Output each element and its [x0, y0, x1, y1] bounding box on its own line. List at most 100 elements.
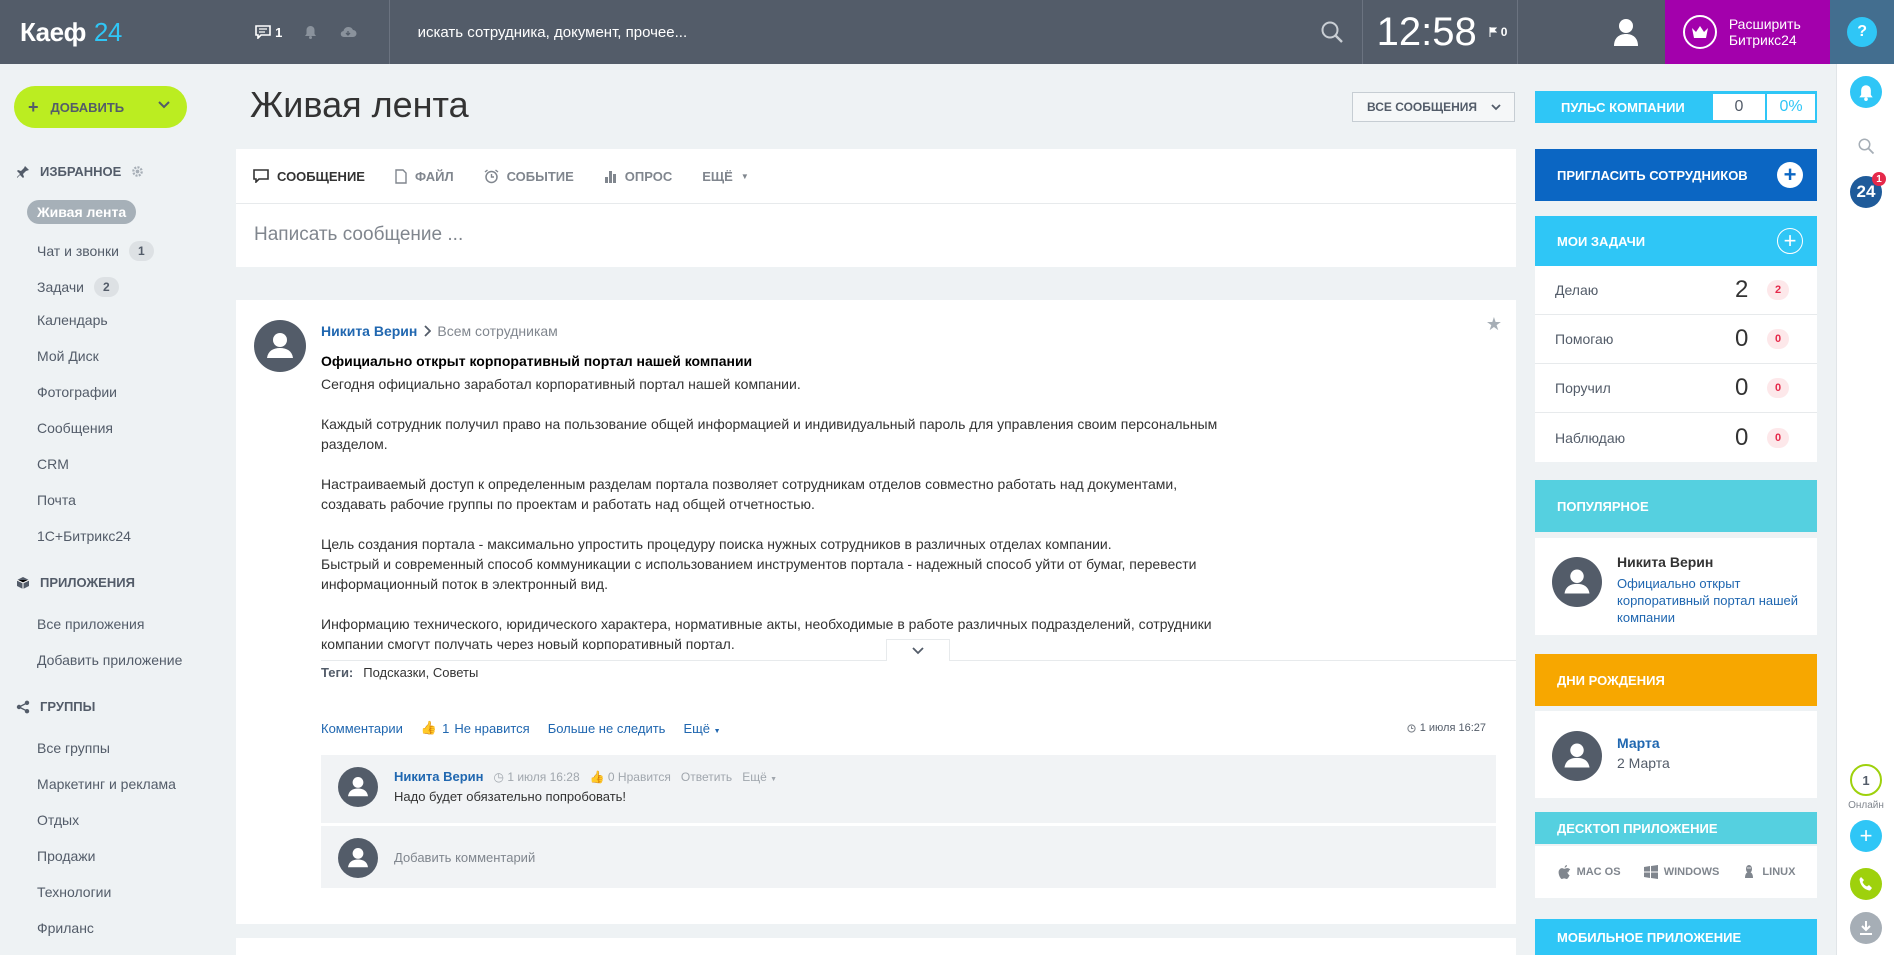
like-button[interactable]: 👍 1 Не нравится: [421, 720, 530, 736]
sidebar-item-sales[interactable]: Продажи: [37, 848, 95, 864]
new-chat-button[interactable]: +: [1850, 820, 1882, 852]
unfollow-link[interactable]: Больше не следить: [548, 721, 666, 736]
chat-button[interactable]: 1: [255, 25, 282, 40]
comment-reply-link[interactable]: Ответить: [681, 770, 732, 784]
sidebar-item-freelance[interactable]: Фриланс: [37, 920, 94, 936]
download-macos-link[interactable]: MAC OS: [1557, 864, 1621, 880]
tab-label: ЕЩЁ: [702, 168, 733, 184]
comment-author-link[interactable]: Никита Верин: [394, 769, 484, 784]
tab-more[interactable]: ЕЩЁ ▼: [702, 169, 749, 184]
crown-icon: [1682, 15, 1717, 49]
comment-more-link[interactable]: Ещё ▼: [742, 770, 777, 784]
expand-bitrix-button[interactable]: Расширить Битрикс24: [1664, 0, 1831, 64]
birthday-person-link[interactable]: Марта: [1617, 735, 1660, 751]
call-button[interactable]: [1850, 868, 1882, 900]
sidebar-item-tech[interactable]: Технологии: [37, 884, 111, 900]
tags-list[interactable]: Подсказки, Советы: [363, 665, 478, 680]
add-task-button[interactable]: +: [1777, 228, 1803, 254]
sidebar-item-label: Мой Диск: [37, 348, 99, 364]
sidebar-item-add-app[interactable]: Добавить приложение: [37, 652, 182, 668]
groups-section[interactable]: ГРУППЫ: [16, 699, 95, 714]
mobile-app-label: МОБИЛЬНОЕ ПРИЛОЖЕНИЕ: [1557, 929, 1742, 945]
chevron-down-icon: [158, 101, 170, 109]
comment-like-button[interactable]: 👍 0 Нравится: [590, 770, 671, 784]
help-button[interactable]: ?: [1830, 0, 1894, 64]
favorites-section[interactable]: ИЗБРАННОЕ: [16, 164, 144, 179]
sidebar-item-label: Фриланс: [37, 920, 94, 936]
bell-icon: [305, 26, 317, 39]
invite-employees-button[interactable]: ПРИГЛАСИТЬ СОТРУДНИКОВ +: [1535, 149, 1817, 201]
sidebar-item-1c[interactable]: 1С+Битрикс24: [37, 528, 131, 544]
company-pulse[interactable]: ПУЛЬС КОМПАНИИ 0 0%: [1535, 91, 1817, 123]
bitrix24-button[interactable]: 24 1: [1850, 172, 1886, 208]
chevron-down-icon: [912, 646, 924, 654]
more-label: Ещё: [683, 720, 711, 736]
work-day-flag[interactable]: 0: [1489, 25, 1507, 39]
notifications-button[interactable]: [304, 25, 317, 39]
notifications-panel-button[interactable]: [1850, 76, 1882, 108]
download-windows-link[interactable]: WINDOWS: [1643, 865, 1719, 879]
logo[interactable]: Каеф 24: [0, 0, 239, 64]
comment-date: ◷ 1 июля 16:28: [493, 769, 580, 784]
more-link[interactable]: Ещё ▼: [683, 721, 720, 736]
comments-link[interactable]: Комментарии: [321, 721, 403, 736]
avatar[interactable]: [254, 320, 306, 372]
sidebar-item-feed[interactable]: Живая лента: [27, 200, 137, 224]
download-button[interactable]: [1850, 912, 1882, 944]
sidebar-item-chat[interactable]: Чат и звонки 1: [37, 241, 154, 261]
sidebar-item-messages[interactable]: Сообщения: [37, 420, 113, 436]
avatar[interactable]: [1552, 731, 1602, 781]
add-button[interactable]: + ДОБАВИТЬ: [14, 86, 187, 128]
post-header: Никита Верин Всем сотрудникам: [321, 323, 558, 339]
search-input[interactable]: [417, 23, 1342, 41]
sidebar-item-mail[interactable]: Почта: [37, 492, 76, 508]
online-users-button[interactable]: 1: [1850, 764, 1882, 796]
avatar[interactable]: [338, 767, 378, 807]
star-icon[interactable]: ★: [1486, 314, 1502, 335]
expand-line2: Битрикс24: [1728, 32, 1797, 48]
add-comment-placeholder: Добавить комментарий: [394, 850, 536, 865]
message-input[interactable]: Написать сообщение ...: [236, 204, 1516, 266]
sidebar-item-label: Добавить приложение: [37, 652, 183, 668]
tab-message[interactable]: СООБЩЕНИЕ: [253, 169, 365, 184]
sidebar-item-leisure[interactable]: Отдых: [37, 812, 79, 828]
add-comment-box[interactable]: Добавить комментарий: [321, 826, 1496, 888]
task-badge: 0: [1767, 329, 1789, 349]
clock[interactable]: 12:58 0: [1363, 0, 1517, 64]
tab-poll[interactable]: ОПРОС: [604, 169, 672, 184]
sidebar-item-label: Сообщения: [37, 420, 113, 436]
sidebar-item-calendar[interactable]: Календарь: [37, 312, 108, 328]
user-profile-button[interactable]: [1518, 0, 1665, 64]
search-icon[interactable]: [1320, 20, 1344, 44]
post-author-link[interactable]: Никита Верин: [321, 323, 417, 339]
avatar[interactable]: [1552, 557, 1602, 607]
sidebar-item-all-groups[interactable]: Все группы: [37, 740, 110, 756]
sidebar-item-all-apps[interactable]: Все приложения: [37, 616, 144, 632]
task-row-assigned[interactable]: Поручил 0 0: [1535, 364, 1817, 413]
task-count: 0: [1735, 423, 1749, 451]
sidebar-item-marketing[interactable]: Маркетинг и реклама: [37, 776, 176, 792]
post-destination[interactable]: Всем сотрудникам: [437, 323, 557, 339]
sidebar-item-disk[interactable]: Мой Диск: [37, 348, 99, 364]
help-icon: ?: [1847, 17, 1878, 47]
cloud-button[interactable]: [339, 26, 357, 38]
sidebar-item-label: CRM: [37, 456, 69, 472]
filter-dropdown[interactable]: ВСЕ СООБЩЕНИЯ: [1352, 92, 1515, 122]
sidebar-item-photos[interactable]: Фотографии: [37, 384, 117, 400]
search-panel-button[interactable]: [1850, 130, 1882, 162]
sidebar-item-label: Календарь: [37, 312, 108, 328]
gear-icon[interactable]: [131, 165, 144, 178]
task-row-doing[interactable]: Делаю 2 2: [1535, 266, 1817, 315]
task-row-helping[interactable]: Помогаю 0 0: [1535, 315, 1817, 364]
sidebar-item-label: Продажи: [37, 848, 96, 864]
expand-post-button[interactable]: [886, 639, 950, 661]
task-row-watching[interactable]: Наблюдаю 0 0: [1535, 413, 1817, 462]
tab-event[interactable]: СОБЫТИЕ: [484, 169, 574, 184]
sidebar-item-tasks[interactable]: Задачи 2: [37, 277, 119, 297]
sidebar-item-crm[interactable]: CRM: [37, 456, 69, 472]
popular-post-link[interactable]: Официально открыт корпоративный портал н…: [1617, 575, 1807, 626]
download-linux-link[interactable]: LINUX: [1742, 864, 1795, 880]
task-badge: 0: [1767, 427, 1789, 448]
apps-section[interactable]: ПРИЛОЖЕНИЯ: [16, 575, 135, 590]
tab-file[interactable]: ФАЙЛ: [395, 169, 454, 184]
